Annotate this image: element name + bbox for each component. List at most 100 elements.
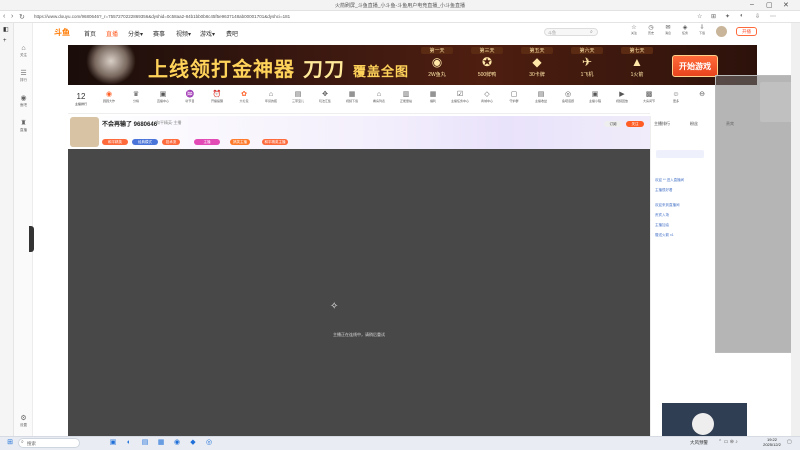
weather-text[interactable]: 大风预警 [690,440,708,446]
taskbar-search[interactable]: 搜索 [18,438,80,448]
close-icon[interactable]: ✕ [783,1,789,9]
sidebar-toggle-icon[interactable]: ◧ [3,26,9,33]
func-item-15[interactable]: ▢ 守护群 [505,90,523,103]
maximize-icon[interactable]: ▢ [766,1,773,9]
func-item-16[interactable]: ▤ 主播收益 [532,90,550,103]
func-item-more[interactable]: ⊖ [693,90,711,99]
banner-day-1: 第一天 ◉ 2W鱼丸 [421,47,453,78]
start-game-button[interactable]: 开始游戏 [672,55,718,77]
user-avatar[interactable] [716,26,727,37]
gift-promo-image[interactable] [662,403,747,436]
extensions-icon[interactable]: ⊞ [711,13,716,20]
address-bar: ‹ › ↻ https://www.douyu.com/9680646?_r=7… [0,11,800,23]
wave-icon: ♒ [185,91,195,98]
profile-icon[interactable]: ◐ [740,13,744,19]
rail-item-rank[interactable]: ☰ 排行 [14,70,33,82]
flame-icon: ◉ [105,91,113,98]
noble-banner[interactable] [656,150,704,158]
notification-icon[interactable]: ▢ [787,439,792,445]
room-tag[interactable]: 经典模式 [132,139,158,145]
func-item-7[interactable]: ▤ 三带宝儿 [289,90,307,103]
anchor-rank[interactable]: 12 主播排行 [72,92,90,106]
store-icon[interactable]: ▦ [156,438,166,448]
star-icon[interactable]: ☆ [697,13,702,20]
func-item-5[interactable]: ✿ 大礼包 [235,90,253,103]
follow-button[interactable]: 关注 [626,121,644,127]
url-field[interactable]: https://www.douyu.com/9680646?_r=7557270… [34,13,564,21]
rail-item-follow[interactable]: ⌂ 关注 [14,45,33,57]
ad-banner[interactable]: 上线领打金神器 刀刀 覆盖全图 [68,45,757,85]
edge-icon[interactable]: ◐ [124,438,134,448]
rail-item-fishbar[interactable]: ◉ 鱼吧 [14,95,33,107]
func-item-1[interactable]: ♛ 分榜 [127,90,145,103]
func-item-0[interactable]: ◉ 圆圆大作 [100,90,118,103]
nav-live[interactable]: 直播 [106,29,118,38]
func-item-14[interactable]: ◇ 商城中心 [478,90,496,103]
tray-icons[interactable]: ⌃ ▭ ⊜ ♪ [718,439,738,445]
rail-item-live[interactable]: ♜ 直播 [14,120,33,132]
folder-icon[interactable]: ▤ [140,438,150,448]
shop-icon: ⌂ [268,91,274,98]
steam-icon[interactable]: ◎ [204,438,214,448]
video-player[interactable]: ✧ [68,149,650,436]
room-tag[interactable]: 和平精英 [102,139,128,145]
nav-category[interactable]: 分类▾ [128,29,143,38]
func-item-18[interactable]: ▣ 主播小程 [586,90,604,103]
wallet-icon: ▤ [537,91,545,98]
tab-rank[interactable]: 主播排行 [654,121,670,127]
menu-icon[interactable]: ⋯ [770,13,776,20]
nav-fee[interactable]: 费吧 [226,29,238,38]
func-item-11[interactable]: ▥ 正能量站 [397,90,415,103]
rail-item-settings[interactable]: ⚙ 设置 [14,415,33,427]
group-icon: ☺ [672,91,680,98]
func-item-8[interactable]: ✥ 玩法汇集 [316,90,334,103]
page-scrollbar[interactable] [791,23,800,436]
download-icon[interactable]: ⇩ [755,13,760,20]
broadcast-button[interactable]: 开播 [736,27,757,36]
room-tag[interactable]: 技术流 [162,139,180,145]
bookmark-icon[interactable]: ✦ [725,13,730,20]
douyu-logo[interactable]: 斗鱼 [54,27,78,38]
nav-video[interactable]: 视频▾ [176,29,191,38]
nav-home[interactable]: 首页 [84,29,96,38]
func-item-19[interactable]: ▶ 视频回放 [613,90,631,103]
func-item-17[interactable]: ◎ 鱼吧话题 [559,90,577,103]
forward-icon[interactable]: › [11,13,13,20]
coin-icon: ◉ [431,55,443,69]
rail-collapse-handle[interactable] [29,226,34,252]
room-tag[interactable]: 主播 [194,139,220,145]
header-tasks[interactable]: ◈ 任务 [679,25,691,35]
room-tag[interactable]: 搞笑主播 [230,139,250,145]
header-follow[interactable]: ☆ 关注 [628,25,640,35]
back-icon[interactable]: ‹ [3,13,5,20]
func-item-6[interactable]: ⌂ 年货的狐 [262,90,280,103]
task-view-icon[interactable]: ▣ [108,438,118,448]
taskbar-clock[interactable]: 19:22 2025/12/2 [760,437,784,447]
func-item-12[interactable]: ▦ 福利 [424,90,442,103]
func-item-10[interactable]: ⌂ 看房列表 [370,90,388,103]
minimize-icon[interactable]: – [750,1,754,8]
func-item-21[interactable]: ☺ 更多 [667,90,685,103]
subscribe-button[interactable]: 订阅 [604,121,622,127]
tab-fans[interactable]: 粉丝 [690,121,698,127]
streamer-avatar[interactable] [70,117,99,147]
search-icon[interactable]: ⌕ [590,29,593,35]
reload-icon[interactable]: ↻ [19,13,25,21]
app-icon[interactable]: ◆ [188,438,198,448]
func-item-3[interactable]: ♒ 听节目 [181,90,199,103]
func-item-4[interactable]: ⏰ 开播提醒 [208,90,226,103]
func-item-20[interactable]: ▩ 大房间节 [640,90,658,103]
header-history[interactable]: ◷ 历史 [645,25,657,35]
func-item-2[interactable]: ▣ 直播中心 [154,90,172,103]
header-messages[interactable]: ✉ 消息 [662,25,674,35]
add-icon[interactable]: + [3,38,7,44]
gift-icon: ✿ [241,91,247,98]
header-download[interactable]: ⇩ 下载 [696,25,708,35]
func-item-9[interactable]: ▦ 视频下载 [343,90,361,103]
nav-match[interactable]: 赛事 [153,29,165,38]
windows-start-icon[interactable]: ⊞ [5,438,15,448]
func-item-13[interactable]: ☑ 主播任务中心 [451,90,469,103]
room-tag[interactable]: 和平精英主播 [262,139,288,145]
nav-game[interactable]: 游戏▾ [200,29,215,38]
chrome-icon[interactable]: ◉ [172,438,182,448]
